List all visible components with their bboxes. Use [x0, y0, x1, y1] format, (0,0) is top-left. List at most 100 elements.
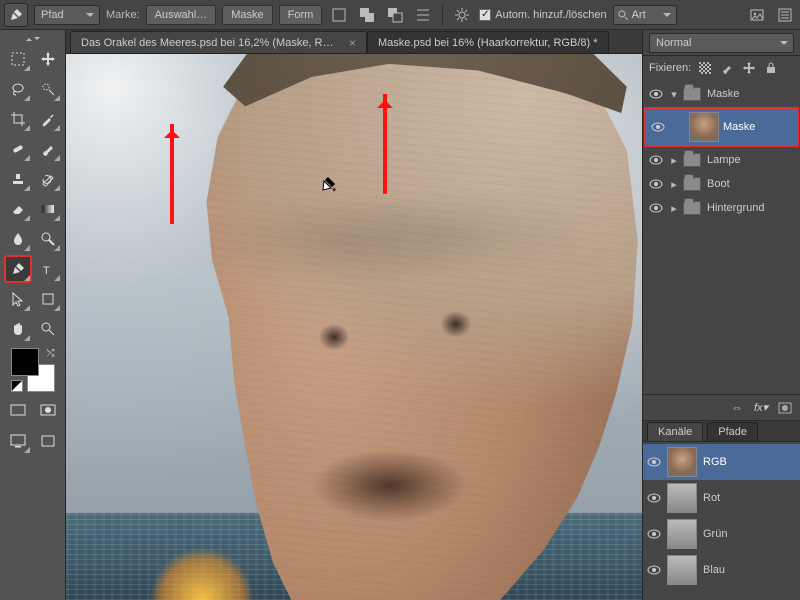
layer-name: Lampe	[707, 154, 796, 166]
tab-paths[interactable]: Pfade	[707, 422, 758, 441]
gear-icon[interactable]	[451, 4, 473, 26]
channel-item[interactable]: Grün	[643, 516, 800, 552]
disclosure-icon[interactable]: ▸	[669, 202, 679, 215]
quickmask-mode-button[interactable]	[35, 400, 61, 420]
blend-mode-select[interactable]: Normal	[649, 33, 794, 53]
thumbnail-view-icon[interactable]	[746, 4, 768, 26]
document-tab-title: Maske.psd bei 16% (Haarkorrektur, RGB/8)…	[378, 37, 597, 49]
make-mask-button[interactable]: Maske	[222, 5, 272, 25]
lock-all-icon[interactable]	[763, 60, 779, 76]
layer-group[interactable]: ▾ Maske	[643, 82, 800, 106]
layer-filter-search[interactable]: Art	[613, 5, 677, 25]
visibility-icon[interactable]	[647, 529, 661, 539]
lock-label: Fixieren:	[649, 62, 691, 74]
lasso-tool[interactable]	[5, 76, 31, 102]
path-op-new-icon[interactable]	[328, 4, 350, 26]
marker-label: Marke:	[106, 9, 140, 21]
lock-pixels-icon[interactable]	[697, 60, 713, 76]
layer-name: Hintergrund	[707, 202, 796, 214]
make-selection-button[interactable]: Auswahl…	[146, 5, 217, 25]
channel-name: Rot	[703, 492, 720, 504]
channel-item[interactable]: RGB	[643, 444, 800, 480]
hand-tool[interactable]	[5, 316, 31, 342]
visibility-icon[interactable]	[647, 457, 661, 467]
layer-group[interactable]: ▸ Hintergrund	[643, 196, 800, 220]
mask-icon[interactable]	[776, 399, 794, 417]
path-op-subtract-icon[interactable]	[384, 4, 406, 26]
disclosure-icon[interactable]: ▾	[669, 88, 679, 101]
swap-colors-icon[interactable]: ⤭	[47, 348, 55, 359]
lock-paint-icon[interactable]	[719, 60, 735, 76]
foreground-color-swatch[interactable]	[11, 348, 39, 376]
channel-thumbnail	[667, 519, 697, 549]
eraser-tool[interactable]	[5, 196, 31, 222]
visibility-icon[interactable]	[649, 118, 667, 136]
document-tab[interactable]: Das Orakel des Meeres.psd bei 16,2% (Mas…	[70, 31, 367, 53]
folder-icon	[683, 87, 701, 101]
stamp-tool[interactable]	[5, 166, 31, 192]
path-select-tool[interactable]	[5, 286, 31, 312]
default-colors-icon[interactable]	[11, 380, 23, 392]
visibility-icon[interactable]	[647, 85, 665, 103]
color-wells[interactable]: ⤭	[11, 348, 55, 392]
move-tool[interactable]	[35, 46, 61, 72]
layer-group[interactable]: ▸ Lampe	[643, 148, 800, 172]
align-icon[interactable]	[412, 4, 434, 26]
path-op-add-icon[interactable]	[356, 4, 378, 26]
visibility-icon[interactable]	[647, 493, 661, 503]
eyedropper-tool[interactable]	[35, 106, 61, 132]
toolbox-collapse-grip[interactable]	[5, 32, 61, 44]
blur-tool[interactable]	[5, 226, 31, 252]
layer-group[interactable]: ▸ Boot	[643, 172, 800, 196]
channel-item[interactable]: Rot	[643, 480, 800, 516]
zoom-tool[interactable]	[35, 316, 61, 342]
close-icon[interactable]: ×	[349, 36, 356, 50]
panel-menu-icon[interactable]	[774, 4, 796, 26]
visibility-icon[interactable]	[647, 151, 665, 169]
visibility-icon[interactable]	[647, 565, 661, 575]
annotation-arrow	[170, 124, 174, 224]
active-tool-chip[interactable]	[4, 3, 28, 27]
right-panels: Normal Fixieren: ▾ Maske	[642, 30, 800, 600]
channel-thumbnail	[667, 447, 697, 477]
path-mode-label: Pfad	[41, 9, 64, 21]
shape-tool[interactable]	[35, 286, 61, 312]
tool-grid: T	[5, 46, 61, 342]
auto-add-delete-checkbox[interactable]: ✓ Autom. hinzuf./löschen	[479, 9, 606, 21]
layer-item[interactable]: Maske	[645, 108, 798, 146]
folder-icon	[683, 201, 701, 215]
folder-icon	[683, 153, 701, 167]
channel-thumbnail	[667, 483, 697, 513]
marquee-tool[interactable]	[5, 46, 31, 72]
standard-mode-button[interactable]	[5, 400, 31, 420]
channel-name: Grün	[703, 528, 727, 540]
history-brush-tool[interactable]	[35, 166, 61, 192]
blend-mode-row: Normal	[643, 30, 800, 56]
link-icon[interactable]: ⇔	[728, 399, 746, 417]
brush-tool[interactable]	[35, 136, 61, 162]
healing-tool[interactable]	[5, 136, 31, 162]
visibility-icon[interactable]	[647, 199, 665, 217]
quick-select-tool[interactable]	[35, 76, 61, 102]
lock-move-icon[interactable]	[741, 60, 757, 76]
layer-name: Boot	[707, 178, 796, 190]
screen-mode-button[interactable]	[5, 428, 31, 454]
gradient-tool[interactable]	[35, 196, 61, 222]
layer-name: Maske	[707, 88, 796, 100]
extra-tool[interactable]	[35, 428, 61, 454]
tab-channels[interactable]: Kanäle	[647, 422, 703, 441]
canvas[interactable]: *	[66, 54, 642, 600]
crop-tool[interactable]	[5, 106, 31, 132]
fx-icon[interactable]: fx▾	[752, 399, 770, 417]
document-tab[interactable]: Maske.psd bei 16% (Haarkorrektur, RGB/8)…	[367, 31, 608, 53]
make-shape-button[interactable]: Form	[279, 5, 323, 25]
search-icon	[618, 10, 628, 20]
path-mode-select[interactable]: Pfad	[34, 5, 100, 25]
visibility-icon[interactable]	[647, 175, 665, 193]
channel-item[interactable]: Blau	[643, 552, 800, 588]
pen-tool[interactable]	[5, 256, 31, 282]
dodge-tool[interactable]	[35, 226, 61, 252]
type-tool[interactable]: T	[35, 256, 61, 282]
disclosure-icon[interactable]: ▸	[669, 178, 679, 191]
disclosure-icon[interactable]: ▸	[669, 154, 679, 167]
